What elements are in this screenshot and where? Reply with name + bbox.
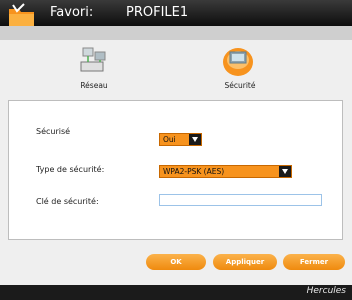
title-bar: Favori: PROFILE1 — [0, 0, 352, 29]
security-type-dropdown[interactable]: WPA2-PSK (AES) — [159, 165, 292, 178]
security-key-input[interactable] — [159, 194, 322, 206]
security-key-label: Clé de sécurité: — [36, 197, 99, 206]
ok-button[interactable]: OK — [146, 254, 206, 270]
secured-label: Sécurisé — [36, 127, 71, 136]
nav-network-label: Réseau — [80, 81, 108, 90]
secured-value: Oui — [163, 135, 176, 144]
nav-network[interactable]: Réseau — [49, 44, 139, 94]
brand-logo: Hercules — [306, 286, 346, 296]
profile-name: PROFILE1 — [126, 5, 189, 20]
network-icon — [80, 47, 106, 72]
nav-security[interactable]: Sécurité — [195, 44, 285, 94]
footer-bar: Hercules — [0, 285, 352, 300]
favorites-label: Favori: — [50, 5, 94, 20]
apply-button[interactable]: Appliquer — [213, 254, 277, 270]
security-type-label: Type de sécurité: — [36, 165, 105, 174]
security-type-value: WPA2-PSK (AES) — [163, 167, 225, 176]
nav-security-label: Sécurité — [224, 81, 256, 90]
chevron-down-icon — [189, 134, 201, 145]
security-icon — [223, 48, 253, 76]
chevron-down-icon — [279, 166, 291, 177]
secured-dropdown[interactable]: Oui — [159, 133, 202, 146]
close-button[interactable]: Fermer — [283, 254, 345, 270]
header-strip — [0, 26, 352, 40]
